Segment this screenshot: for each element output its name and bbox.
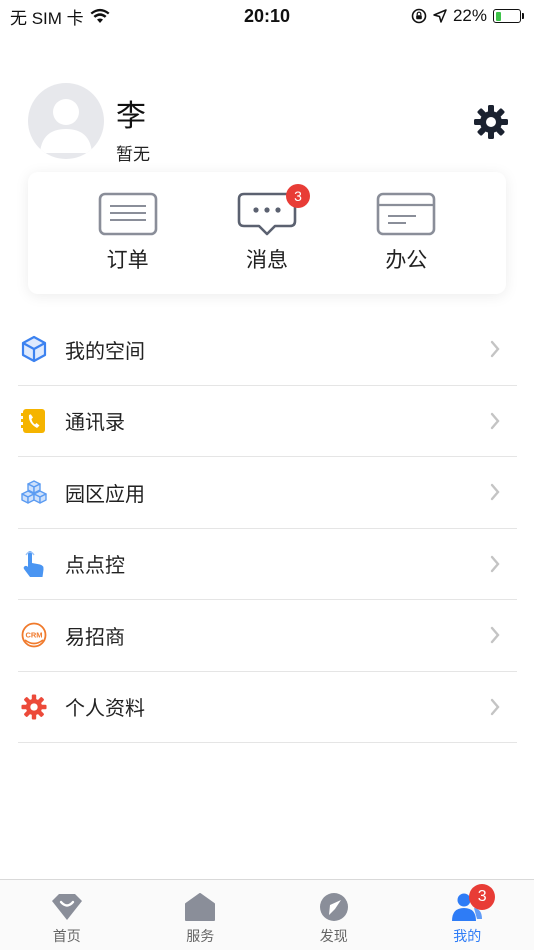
mine-tab-badge: 3 — [469, 884, 496, 910]
menu-label-park-apps: 园区应用 — [65, 483, 145, 506]
tab-home[interactable]: 首页 — [27, 892, 107, 946]
compass-icon — [319, 893, 348, 921]
chevron-right-icon — [490, 484, 500, 501]
tab-label-discover: 发现 — [319, 928, 348, 944]
quick-label-message: 消息 — [245, 249, 288, 272]
menu-item-park-apps[interactable]: 园区应用 — [18, 457, 517, 529]
chevron-right-icon — [490, 627, 500, 644]
menu-item-profile-info[interactable]: 个人资料 — [18, 672, 517, 743]
park-apps-icon — [19, 477, 49, 507]
tab-discover[interactable]: 发现 — [294, 892, 374, 946]
quick-item-order[interactable]: 订单 — [83, 192, 173, 274]
settings-button[interactable] — [472, 103, 510, 141]
menu-item-my-space[interactable]: 我的空间 — [18, 314, 517, 386]
gear-icon — [474, 105, 508, 139]
wifi-icon — [90, 8, 110, 23]
phone-book-icon — [19, 406, 49, 436]
rotation-lock-icon — [411, 8, 427, 24]
battery-percent: 22% — [452, 6, 487, 25]
user-name: 李 — [116, 100, 146, 133]
chevron-right-icon — [490, 341, 500, 358]
chevron-right-icon — [490, 698, 500, 715]
profile-header: 李 暂无 — [28, 83, 518, 164]
gear-icon — [19, 692, 49, 722]
location-arrow-icon — [433, 9, 447, 23]
carrier-label: 无 SIM 卡 — [10, 8, 84, 28]
tab-bar: 首页 服务 发现 我的 3 — [0, 879, 534, 950]
tab-mine[interactable]: 我的 3 — [427, 884, 507, 946]
tab-label-home: 首页 — [52, 928, 81, 944]
profile-screen: 无 SIM 卡 20:10 22% 李 暂无 订单 消息 3 办公 我的空间 通… — [0, 0, 534, 950]
battery-icon — [493, 9, 524, 23]
status-right: 22% — [411, 6, 524, 26]
menu-label-my-space: 我的空间 — [65, 340, 145, 363]
order-icon — [98, 192, 157, 236]
tab-label-mine: 我的 — [453, 928, 482, 944]
crm-icon: CRM — [19, 620, 49, 650]
status-bar: 无 SIM 卡 20:10 22% — [0, 0, 534, 32]
menu-label-profile-info: 个人资料 — [65, 698, 145, 721]
menu-list: 我的空间 通讯录 园区应用 点点控 CRM 易招商 个人资料 — [18, 314, 517, 743]
house-icon — [185, 893, 216, 921]
menu-label-crm: 易招商 — [65, 626, 125, 649]
default-avatar-icon — [40, 99, 92, 153]
quick-label-office: 办公 — [385, 249, 428, 272]
touch-control-icon — [19, 549, 49, 579]
chevron-right-icon — [490, 555, 500, 572]
cube-icon — [19, 334, 49, 364]
quick-access-card: 订单 消息 3 办公 — [28, 172, 506, 294]
chevron-right-icon — [490, 412, 500, 429]
avatar[interactable] — [28, 83, 104, 159]
tab-service[interactable]: 服务 — [160, 892, 240, 946]
menu-label-touch-control: 点点控 — [65, 555, 125, 578]
menu-item-contacts[interactable]: 通讯录 — [18, 386, 517, 457]
menu-item-touch-control[interactable]: 点点控 — [18, 529, 517, 600]
tab-label-service: 服务 — [186, 928, 215, 944]
quick-item-office[interactable]: 办公 — [361, 192, 451, 274]
quick-item-message[interactable]: 消息 3 — [222, 184, 312, 274]
user-subtitle: 暂无 — [116, 145, 150, 164]
crm-icon-text: CRM — [25, 631, 42, 640]
status-left: 无 SIM 卡 — [10, 4, 110, 29]
menu-item-crm[interactable]: CRM 易招商 — [18, 600, 517, 672]
diamond-home-icon — [51, 894, 82, 920]
office-icon — [377, 192, 436, 236]
quick-label-order: 订单 — [106, 249, 149, 272]
message-badge: 3 — [285, 184, 310, 208]
menu-label-contacts: 通讯录 — [65, 412, 125, 435]
